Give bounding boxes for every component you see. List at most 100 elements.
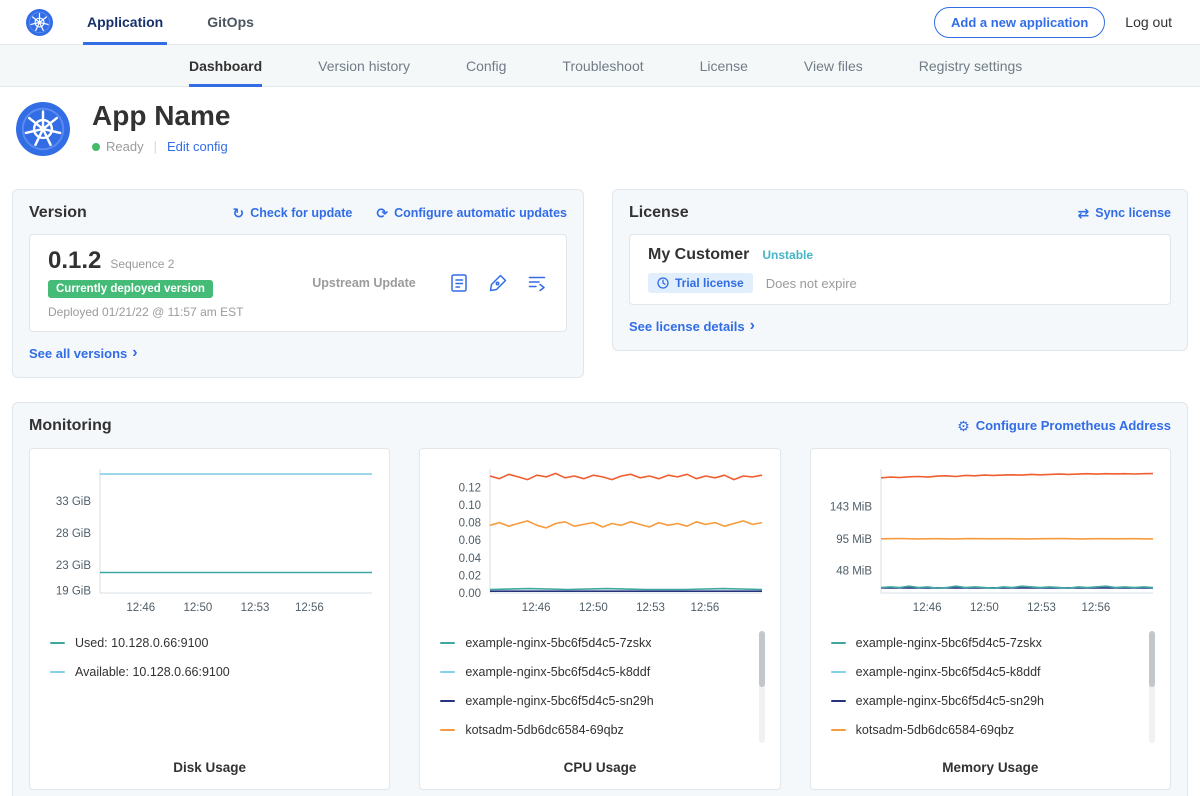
sync-license-link[interactable]: ⇄ Sync license <box>1078 206 1171 220</box>
tab-version-history[interactable]: Version history <box>318 45 410 86</box>
app-header: App Name Ready | Edit config <box>0 87 1200 173</box>
svg-text:0.06: 0.06 <box>459 535 481 547</box>
legend-swatch <box>831 700 846 702</box>
svg-text:0.04: 0.04 <box>459 552 482 564</box>
see-license-details-link[interactable]: See license details › <box>629 318 755 334</box>
refresh-icon: ↻ <box>232 206 244 220</box>
legend-item: example-nginx-5bc6f5d4c5-7zskx <box>432 629 751 658</box>
tab-config[interactable]: Config <box>466 45 506 86</box>
svg-text:95 MiB: 95 MiB <box>836 533 872 545</box>
legend-scrollbar-thumb[interactable] <box>759 631 765 687</box>
legend-item: example-nginx-5bc6f5d4c5-k8ddf <box>823 658 1142 687</box>
divider: | <box>154 139 157 154</box>
version-panel: Version ↻ Check for update ⟳ Configure a… <box>12 189 584 378</box>
legend-swatch <box>831 642 846 644</box>
tab-dashboard[interactable]: Dashboard <box>189 45 262 86</box>
svg-text:28 GiB: 28 GiB <box>56 527 91 539</box>
deployed-timestamp: Deployed 01/21/22 @ 11:57 am EST <box>48 305 280 319</box>
legend-swatch <box>440 729 455 731</box>
add-application-button[interactable]: Add a new application <box>934 7 1105 38</box>
summary-cards-row: Version ↻ Check for update ⟳ Configure a… <box>0 189 1200 378</box>
svg-text:12:56: 12:56 <box>1081 602 1110 614</box>
ready-status-dot <box>92 143 100 151</box>
legend-swatch <box>440 700 455 702</box>
customer-name: My Customer <box>648 246 749 264</box>
monitoring-panel: Monitoring ⚙ Configure Prometheus Addres… <box>12 402 1188 796</box>
legend-label: Available: 10.128.0.66:9100 <box>75 665 230 679</box>
legend-item: example-nginx-5bc6f5d4c5-k8ddf <box>432 658 751 687</box>
svg-text:0.02: 0.02 <box>459 570 481 582</box>
configure-automatic-updates-link[interactable]: ⟳ Configure automatic updates <box>376 206 567 220</box>
svg-text:12:46: 12:46 <box>522 602 551 614</box>
license-title: License <box>629 204 689 222</box>
legend-swatch <box>831 671 846 673</box>
legend-label: example-nginx-5bc6f5d4c5-7zskx <box>856 636 1042 650</box>
current-version-card: 0.1.2 Sequence 2 Currently deployed vers… <box>29 234 567 332</box>
svg-text:12:53: 12:53 <box>636 602 665 614</box>
svg-text:12:50: 12:50 <box>579 602 608 614</box>
tab-view-files[interactable]: View files <box>804 45 863 86</box>
cpu-usage-chart: 0.120.100.080.060.040.020.0012:4612:5012… <box>432 461 767 619</box>
legend-scrollbar[interactable] <box>1149 631 1155 743</box>
deployed-badge: Currently deployed version <box>48 280 213 298</box>
edit-config-link[interactable]: Edit config <box>167 139 228 154</box>
legend-label: kotsadm-5db6dc6584-69qbz <box>856 723 1014 737</box>
chevron-right-icon: › <box>132 345 137 361</box>
gear-icon: ⚙ <box>957 419 970 433</box>
svg-text:12:56: 12:56 <box>691 602 720 614</box>
configure-prometheus-link[interactable]: ⚙ Configure Prometheus Address <box>957 418 1171 433</box>
svg-text:12:56: 12:56 <box>295 602 324 614</box>
memory-usage-chart: 143 MiB95 MiB48 MiB12:4612:5012:5312:56 <box>823 461 1158 619</box>
memory-usage-card: 143 MiB95 MiB48 MiB12:4612:5012:5312:56 … <box>810 448 1171 790</box>
nav-tab-application[interactable]: Application <box>87 0 163 44</box>
svg-text:12:46: 12:46 <box>912 602 941 614</box>
legend-swatch <box>831 729 846 731</box>
cpu-usage-legend: example-nginx-5bc6f5d4c5-7zskx example-ng… <box>432 629 767 745</box>
tab-troubleshoot[interactable]: Troubleshoot <box>562 45 643 86</box>
kots-admin-dashboard: Application GitOps Add a new application… <box>0 0 1200 796</box>
expiry-text: Does not expire <box>766 276 857 291</box>
nav-tab-gitops[interactable]: GitOps <box>207 0 254 44</box>
upstream-update-label: Upstream Update <box>280 276 448 290</box>
legend-swatch <box>440 671 455 673</box>
legend-item: example-nginx-5bc6f5d4c5-sn29h <box>823 687 1142 716</box>
legend-swatch <box>50 671 65 673</box>
tab-license[interactable]: License <box>700 45 748 86</box>
svg-text:23 GiB: 23 GiB <box>56 559 91 571</box>
svg-text:0.10: 0.10 <box>459 500 481 512</box>
logout-link[interactable]: Log out <box>1125 14 1172 30</box>
license-card: My Customer Unstable Trial license Does … <box>629 234 1171 305</box>
channel-label: Unstable <box>762 248 813 262</box>
trial-license-badge: Trial license <box>648 273 753 293</box>
disk-usage-legend: Used: 10.128.0.66:9100 Available: 10.128.… <box>42 629 377 687</box>
legend-item: kotsadm-5db6dc6584-69qbz <box>432 716 751 745</box>
version-title: Version <box>29 204 87 222</box>
legend-label: kotsadm-5db6dc6584-69qbz <box>465 723 623 737</box>
svg-text:12:50: 12:50 <box>184 602 213 614</box>
edit-config-icon[interactable] <box>487 272 509 294</box>
legend-item: kotsadm-5db6dc6584-69qbz <box>823 716 1142 745</box>
svg-text:19 GiB: 19 GiB <box>56 585 91 597</box>
chevron-right-icon: › <box>750 318 755 334</box>
app-tab-bar: Dashboard Version history Config Trouble… <box>0 45 1200 87</box>
legend-scrollbar-thumb[interactable] <box>1149 631 1155 687</box>
status-text: Ready <box>106 139 144 154</box>
deploy-logs-icon[interactable] <box>526 272 548 294</box>
top-navbar: Application GitOps Add a new application… <box>0 0 1200 45</box>
svg-text:12:53: 12:53 <box>1027 602 1056 614</box>
legend-label: example-nginx-5bc6f5d4c5-7zskx <box>465 636 651 650</box>
version-number: 0.1.2 <box>48 247 101 275</box>
legend-label: example-nginx-5bc6f5d4c5-sn29h <box>465 694 653 708</box>
chart-title: Disk Usage <box>42 750 377 781</box>
legend-label: example-nginx-5bc6f5d4c5-sn29h <box>856 694 1044 708</box>
page-title: App Name <box>92 100 230 132</box>
preflight-checks-icon[interactable] <box>448 272 470 294</box>
legend-scrollbar[interactable] <box>759 631 765 743</box>
svg-text:0.00: 0.00 <box>459 588 481 600</box>
tab-registry-settings[interactable]: Registry settings <box>919 45 1022 86</box>
clock-icon <box>657 277 669 289</box>
monitoring-title: Monitoring <box>29 417 112 435</box>
see-all-versions-link[interactable]: See all versions › <box>29 345 138 361</box>
legend-label: Used: 10.128.0.66:9100 <box>75 636 208 650</box>
check-for-update-link[interactable]: ↻ Check for update <box>232 206 352 220</box>
